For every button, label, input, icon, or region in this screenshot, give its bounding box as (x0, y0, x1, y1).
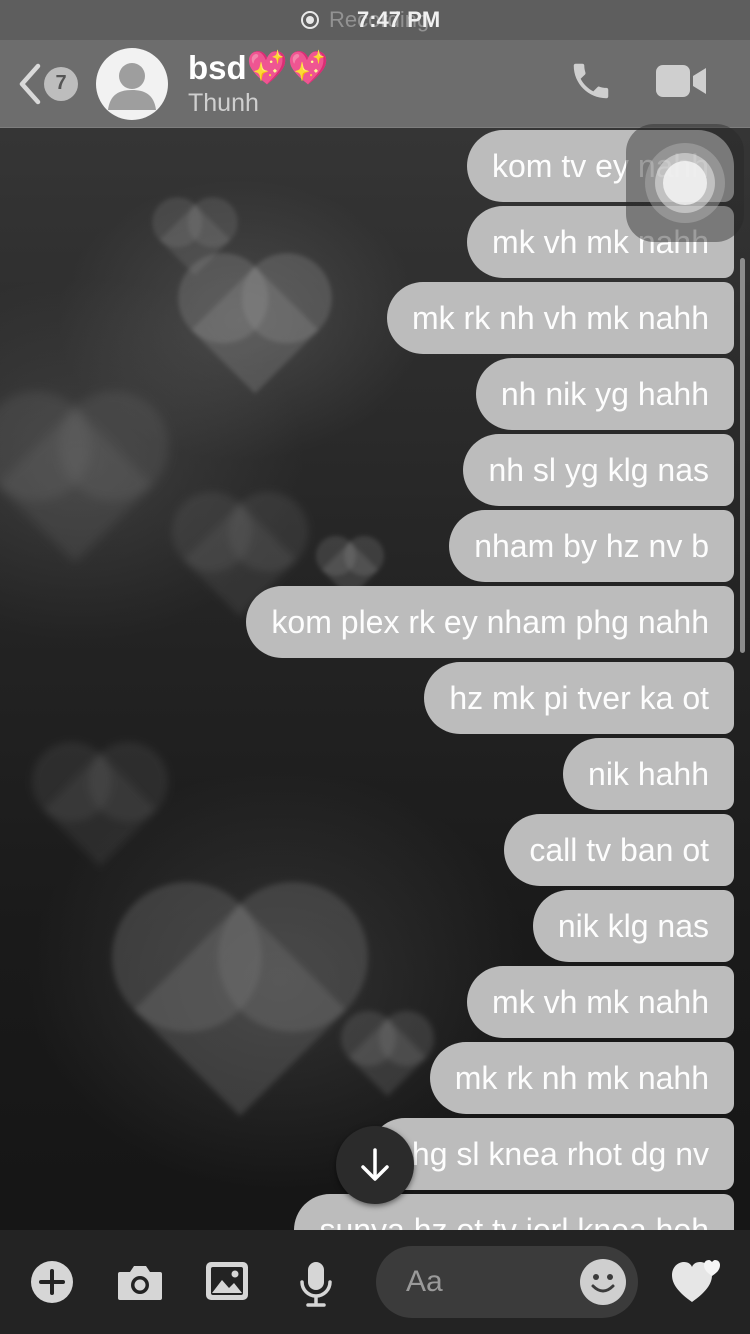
screen-recording-icon (301, 11, 319, 29)
heart-reaction-icon[interactable] (670, 1256, 724, 1306)
chat-header: 7 bsd💖💖 Thunh (0, 40, 750, 128)
contact-subtitle: Thunh (188, 88, 259, 117)
emoji-icon[interactable] (580, 1259, 626, 1305)
message-bubble[interactable]: nh sl yg klg nas (463, 434, 734, 506)
message-input[interactable]: Aa (376, 1246, 638, 1318)
contact-title[interactable]: bsd💖💖 Thunh (188, 49, 329, 119)
status-text: Recording 7:47 PM (329, 7, 449, 33)
message-list[interactable]: kom tv ey nahh mk vh mk nahh mk rk nh vh… (0, 128, 750, 1230)
message-bubble[interactable]: mk vh mk nahh (467, 966, 734, 1038)
status-bar: Recording 7:47 PM (0, 0, 750, 40)
message-bubble[interactable]: hz mk pi tver ka ot (424, 662, 734, 734)
back-button[interactable]: 7 (16, 62, 78, 106)
arrow-down-icon (361, 1148, 389, 1181)
message-input-placeholder: Aa (406, 1265, 443, 1298)
unread-count-badge: 7 (44, 66, 78, 101)
composer-bar: Aa (0, 1230, 750, 1334)
message-bubble[interactable]: nhg sl knea rhot dg nv (369, 1118, 734, 1190)
message-bubble[interactable]: nik hahh (563, 738, 734, 810)
avatar[interactable] (96, 47, 168, 120)
phone-icon[interactable] (568, 58, 614, 109)
message-bubble[interactable]: nh nik yg hahh (475, 358, 734, 430)
message-bubble[interactable]: mk rk nh vh mk nahh (387, 282, 734, 354)
message-bubble[interactable]: kom plex rk ey nham phg nahh (246, 586, 734, 658)
message-bubble[interactable]: nik klg nas (532, 890, 734, 962)
microphone-icon[interactable] (298, 1260, 334, 1308)
contact-name: bsd💖💖 (188, 48, 329, 86)
video-camera-icon[interactable] (654, 61, 708, 106)
chevron-left-icon (16, 62, 46, 106)
scroll-to-bottom-button[interactable] (336, 1126, 414, 1204)
default-avatar-icon (108, 62, 156, 110)
message-bubble[interactable]: call tv ban ot (504, 814, 734, 886)
message-bubble[interactable]: nham by hz nv b (449, 510, 734, 582)
assistive-touch-button[interactable] (626, 124, 744, 242)
camera-icon[interactable] (116, 1260, 164, 1304)
scrollbar[interactable] (740, 258, 745, 653)
plus-icon[interactable] (30, 1260, 74, 1304)
messenger-chat-screen: Recording 7:47 PM 7 bsd💖💖 Thunh kom tv e… (0, 0, 750, 1334)
message-bubble[interactable]: mk rk nh mk nahh (429, 1042, 734, 1114)
gallery-icon[interactable] (204, 1260, 250, 1302)
status-time: 7:47 PM (357, 7, 441, 32)
